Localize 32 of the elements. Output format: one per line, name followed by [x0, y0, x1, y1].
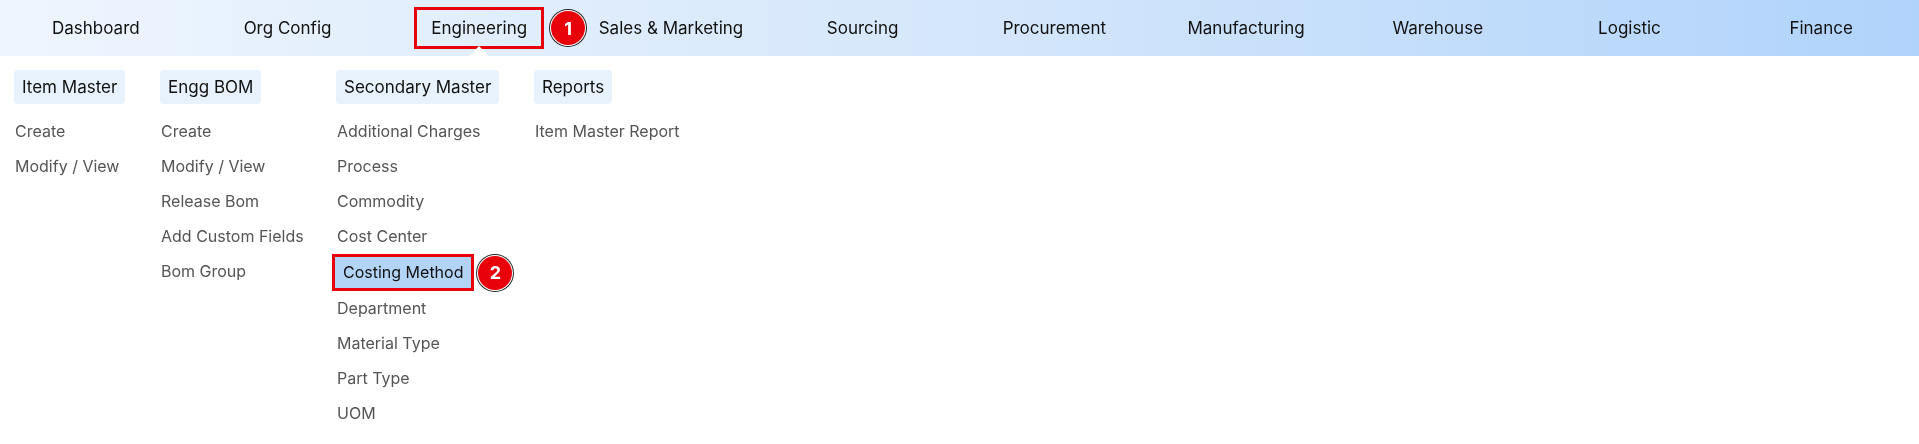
nav-tab[interactable]: Engineering — [414, 7, 545, 49]
menu-item[interactable]: Commodity — [333, 184, 428, 219]
menu-item[interactable]: Modify / View — [11, 149, 123, 184]
menu-heading: Item Master — [14, 70, 126, 104]
menu-item[interactable]: Material Type — [333, 326, 443, 361]
menu-heading: Secondary Master — [336, 70, 500, 104]
menu-item[interactable]: Item Master Report — [531, 114, 683, 149]
nav-tab[interactable]: Procurement — [985, 7, 1123, 49]
menu-item[interactable]: Additional Charges — [333, 114, 484, 149]
menu-heading: Reports — [534, 70, 613, 104]
menu-item[interactable]: Part Type — [333, 361, 413, 396]
menu-item[interactable]: Department — [333, 291, 430, 326]
menu-item[interactable]: Bom Group — [157, 254, 250, 289]
nav-tab[interactable]: Dashboard — [35, 7, 157, 49]
nav-tab[interactable]: Manufacturing — [1170, 7, 1322, 49]
menu-item[interactable]: Modify / View — [157, 149, 269, 184]
caret-icon — [468, 46, 491, 57]
step-badge: 1 — [551, 11, 586, 45]
menu-item[interactable]: Cost Center — [333, 219, 431, 254]
nav-tab[interactable]: Warehouse — [1375, 7, 1501, 49]
menu-item[interactable]: Process — [333, 149, 401, 184]
nav-tab[interactable]: Sourcing — [809, 7, 916, 49]
menu-item[interactable]: Add Custom Fields — [157, 219, 307, 254]
menu-item[interactable]: UOM — [333, 396, 379, 431]
nav-tab[interactable]: Finance — [1772, 7, 1870, 49]
menu-heading: Engg BOM — [160, 70, 262, 104]
step-badge: 2 — [478, 255, 513, 290]
menu-item[interactable]: Release Bom — [157, 184, 263, 219]
nav-tab[interactable]: Logistic — [1581, 7, 1678, 49]
nav-tab[interactable]: Org Config — [226, 7, 349, 49]
menu-item[interactable]: Create — [11, 114, 69, 149]
menu-item[interactable]: Create — [157, 114, 215, 149]
